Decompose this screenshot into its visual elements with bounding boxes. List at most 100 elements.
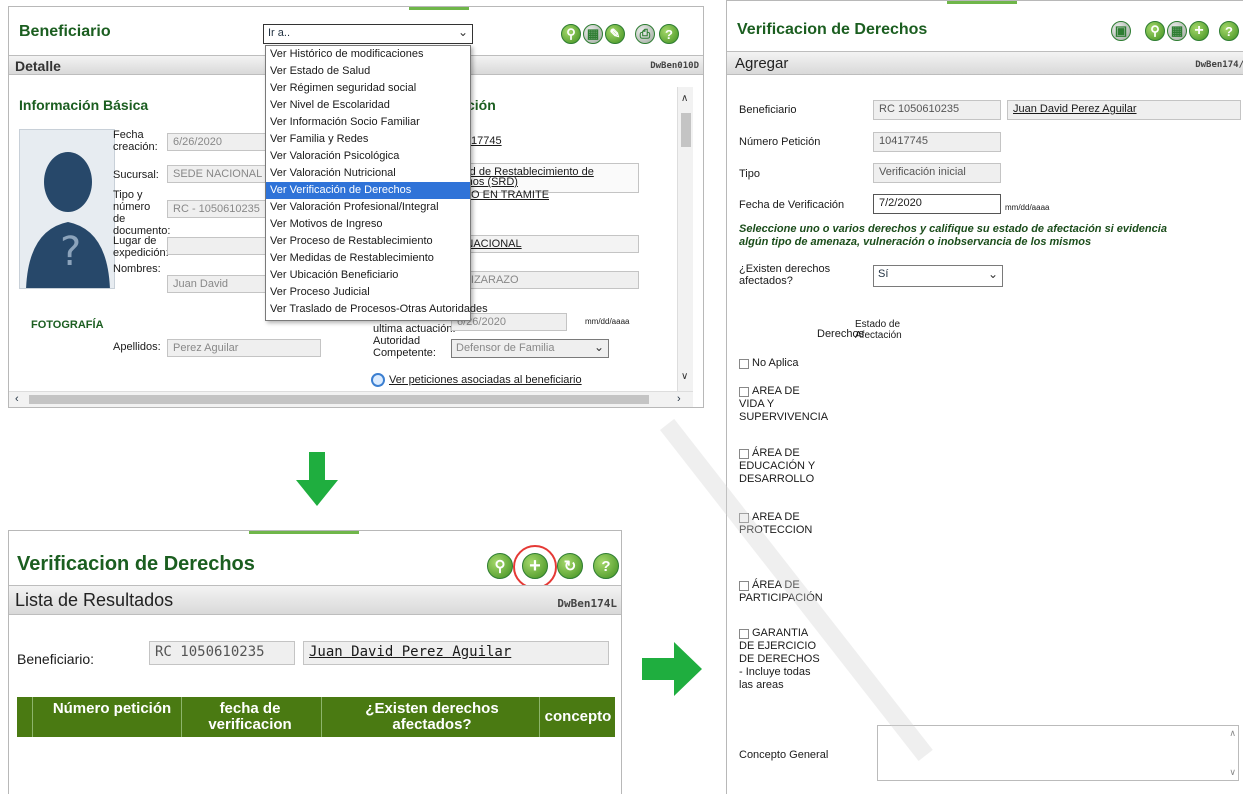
nombres-field[interactable]: Juan David: [167, 275, 267, 293]
search-icon[interactable]: ⚲: [1145, 21, 1165, 41]
refresh-icon[interactable]: ↻: [557, 553, 583, 579]
edit-icon[interactable]: ✎: [605, 24, 625, 44]
photo-label: FOTOGRAFÍA: [31, 319, 104, 331]
chevron-down-icon: ⌄: [457, 25, 468, 39]
beneficiario-name-link[interactable]: Juan David Perez Aguilar: [1013, 103, 1137, 115]
col-estado-header: Estado de Afectación: [855, 319, 902, 341]
magnifier-icon[interactable]: [371, 373, 385, 387]
col-numero-peticion[interactable]: Número petición: [47, 701, 177, 717]
scroll-right-arrow-icon[interactable]: ›: [677, 393, 681, 405]
add-icon[interactable]: +: [522, 553, 548, 579]
menu-item[interactable]: Ver Traslado de Procesos-Otras Autoridad…: [266, 301, 488, 318]
beneficiario-doc-field[interactable]: RC 1050610235: [873, 100, 1001, 120]
menu-item[interactable]: Ver Información Socio Familiar: [266, 114, 470, 131]
menu-item[interactable]: Ver Proceso Judicial: [266, 284, 470, 301]
beneficiario-doc-field[interactable]: RC 1050610235: [149, 641, 295, 665]
chevron-down-icon: ⌄: [987, 267, 998, 281]
results-table-header: Número petición fecha de verificacion ¿E…: [17, 697, 615, 737]
beneficiario-label: Beneficiario: [739, 104, 797, 116]
lista-resultados-panel: Verificacion de Derechos ⚲ + ↻ ? Lista d…: [8, 530, 622, 794]
panel-top-accent: [947, 1, 1017, 4]
existen-derechos-value: Sí: [878, 268, 889, 280]
menu-item[interactable]: Ver Familia y Redes: [266, 131, 470, 148]
apellido-field[interactable]: A LIZARAZO: [449, 271, 639, 289]
scroll-up-arrow-icon[interactable]: ∧: [681, 93, 688, 104]
sucursal-field[interactable]: SEDE NACIONAL: [167, 165, 267, 183]
grid-icon[interactable]: ▦: [1167, 21, 1187, 41]
beneficiary-photo: ?: [19, 129, 115, 289]
menu-item[interactable]: Ver Ubicación Beneficiario: [266, 267, 470, 284]
scroll-down-arrow-icon[interactable]: ∨: [681, 371, 688, 382]
menu-item[interactable]: Ver Valoración Nutricional: [266, 165, 470, 182]
grid-icon[interactable]: ▦: [583, 24, 603, 44]
apellidos-field[interactable]: Perez Aguilar: [167, 339, 321, 357]
ver-peticiones-link[interactable]: Ver peticiones asociadas al beneficiario: [389, 374, 582, 386]
horizontal-scrollbar[interactable]: ‹ ›: [9, 391, 693, 407]
page-title: Verificacion de Derechos: [737, 21, 928, 38]
menu-item[interactable]: Ver Motivos de Ingreso: [266, 216, 470, 233]
col-divider: [539, 697, 540, 737]
tipo-field[interactable]: Verificación inicial: [873, 163, 1001, 183]
menu-item[interactable]: Ver Nivel de Escolaridad: [266, 97, 470, 114]
menu-item[interactable]: Ver Valoración Profesional/Integral: [266, 199, 470, 216]
add-icon[interactable]: +: [1189, 21, 1209, 41]
fecha-creacion-field[interactable]: 6/26/2020: [167, 133, 267, 151]
textarea-scroll-down-icon[interactable]: ∨: [1229, 767, 1236, 778]
save-icon[interactable]: ▣: [1111, 21, 1131, 41]
help-icon[interactable]: ?: [659, 24, 679, 44]
beneficiario-name-field[interactable]: Juan David Perez Aguilar: [1007, 100, 1241, 120]
menu-item[interactable]: Ver Histórico de modificaciones: [266, 46, 470, 63]
ir-a-value: Ir a..: [268, 27, 291, 39]
right-label: ÁREA DE EDUCACIÓN Y DESARROLLO: [739, 447, 816, 485]
beneficiario-name-field[interactable]: Juan David Perez Aguilar: [303, 641, 609, 665]
vertical-scrollbar[interactable]: ∧ ∨: [677, 87, 693, 391]
date-hint: mm/dd/aaaa: [585, 317, 630, 326]
print-icon[interactable]: ⎙: [635, 24, 655, 44]
menu-item[interactable]: Ver Régimen seguridad social: [266, 80, 470, 97]
scroll-thumb[interactable]: [681, 113, 691, 147]
beneficiario-panel: Beneficiario ⚲ ▦ ✎ ⎙ ? Detalle DwBen010D…: [8, 6, 704, 408]
right-label: AREA DE VIDA Y SUPERVIVENCIA: [739, 385, 829, 423]
tipo-documento-field[interactable]: RC - 1050610235: [167, 200, 267, 218]
tipo-label: Tipo: [739, 168, 760, 180]
menu-item[interactable]: Ver Proceso de Restablecimiento: [266, 233, 470, 250]
menu-item[interactable]: Ver Valoración Psicológica: [266, 148, 470, 165]
right-checkbox[interactable]: [739, 359, 749, 369]
beneficiario-name-link[interactable]: Juan David Perez Aguilar: [309, 644, 511, 660]
concepto-general-textarea[interactable]: ∧ ∨: [877, 725, 1239, 781]
fecha-verificacion-input[interactable]: 7/2/2020: [873, 194, 1001, 214]
ir-a-select[interactable]: Ir a.. ⌄: [263, 24, 473, 44]
existen-derechos-label: ¿Existen derechos afectados?: [739, 263, 831, 287]
search-icon[interactable]: ⚲: [487, 553, 513, 579]
estado-link[interactable]: O EN TRAMITE: [471, 189, 549, 201]
list-label: Lista de Resultados: [15, 590, 174, 610]
help-icon[interactable]: ?: [593, 553, 619, 579]
beneficiario-label: Beneficiario:: [17, 651, 95, 667]
numero-peticion-field[interactable]: 10417745: [873, 132, 1001, 152]
col-existen-derechos[interactable]: ¿Existen derechos afectados?: [337, 701, 527, 733]
existen-derechos-select[interactable]: Sí ⌄: [873, 265, 1003, 287]
col-divider: [181, 697, 182, 737]
lugar-expedicion-label: Lugar de expedición:: [113, 235, 169, 259]
autoridad-select[interactable]: Defensor de Familia ⌄: [451, 339, 609, 358]
right-label: GARANTIA DE EJERCICIO DE DERECHOS - Incl…: [739, 627, 820, 691]
apellidos-label: Apellidos:: [113, 341, 161, 353]
menu-item[interactable]: Ver Verificación de Derechos: [266, 182, 470, 199]
search-icon[interactable]: ⚲: [561, 24, 581, 44]
peticion-link[interactable]: 17745: [471, 135, 502, 147]
concepto-general-label: Concepto General: [739, 749, 829, 761]
col-concepto[interactable]: concepto: [543, 709, 613, 725]
col-fecha-verificacion[interactable]: fecha de verificacion: [185, 701, 315, 733]
sede-field[interactable]: E NACIONAL: [449, 235, 639, 253]
scroll-h-thumb[interactable]: [29, 395, 649, 404]
textarea-scroll-up-icon[interactable]: ∧: [1229, 728, 1236, 739]
autoridad-value: Defensor de Familia: [456, 342, 555, 354]
form-code: DwBen174L: [557, 597, 617, 610]
menu-item[interactable]: Ver Estado de Salud: [266, 63, 470, 80]
section-right-title: ción: [467, 97, 496, 113]
menu-item[interactable]: Ver Medidas de Restablecimiento: [266, 250, 470, 267]
lugar-expedicion-field[interactable]: [167, 237, 267, 255]
scroll-left-arrow-icon[interactable]: ‹: [15, 393, 19, 405]
autoridad-label: Autoridad Competente:: [373, 335, 436, 359]
help-icon[interactable]: ?: [1219, 21, 1239, 41]
